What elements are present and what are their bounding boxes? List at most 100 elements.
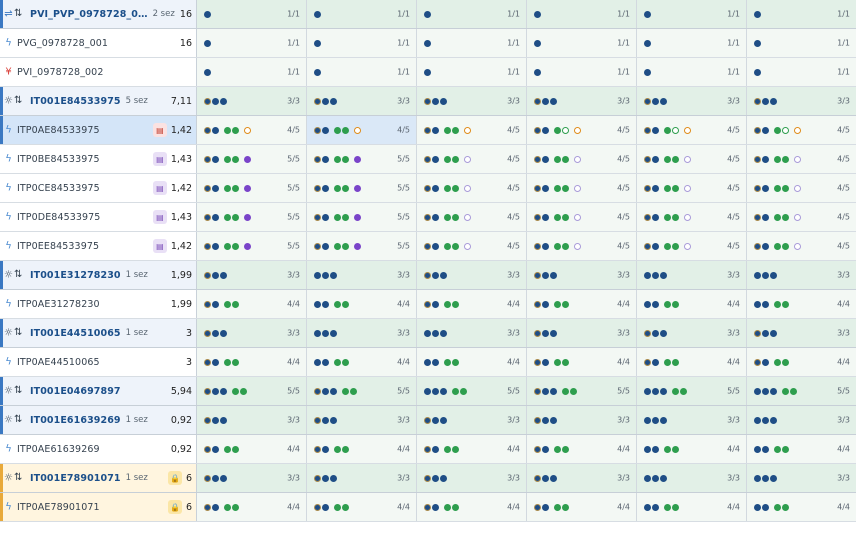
status-cell[interactable]: 1/1	[527, 58, 637, 86]
item-row[interactable]: ϟ ITP0AE84533975 ▤ 1,42 4/5 4/5 4/5 4/5 4/5 4/5	[0, 116, 856, 145]
status-cell[interactable]: 3/3	[637, 464, 747, 492]
status-cell[interactable]: 4/5	[417, 145, 527, 173]
lock-icon[interactable]: 🔒	[167, 471, 182, 485]
status-cell[interactable]: 3/3	[637, 261, 747, 289]
status-cell[interactable]: 4/5	[747, 116, 856, 144]
row-name-cell[interactable]: ϟ ITP0AE84533975 ▤ 1,42	[0, 116, 197, 144]
status-cell[interactable]: 4/4	[197, 290, 307, 318]
row-name-cell[interactable]: ϟ ITP0EE84533975 ▤ 1,42	[0, 232, 197, 260]
status-cell[interactable]: 4/4	[417, 348, 527, 376]
status-cell[interactable]: 3/3	[527, 87, 637, 115]
status-cell[interactable]: 4/5	[637, 203, 747, 231]
status-cell[interactable]: 5/5	[197, 145, 307, 173]
status-cell[interactable]: 3/3	[747, 261, 856, 289]
status-cell[interactable]: 3/3	[307, 261, 417, 289]
row-name-cell[interactable]: ☼ ⇅ IT001E61639269 1 sez 0,92	[0, 406, 197, 434]
status-cell[interactable]: 5/5	[417, 377, 527, 405]
lock-icon[interactable]: 🔒	[167, 500, 182, 514]
status-cell[interactable]: 4/4	[637, 290, 747, 318]
status-cell[interactable]: 1/1	[417, 58, 527, 86]
status-cell[interactable]: 4/5	[197, 116, 307, 144]
row-name-cell[interactable]: ϟ ITP0AE44510065 3	[0, 348, 197, 376]
status-cell[interactable]: 4/5	[527, 232, 637, 260]
status-cell[interactable]: 3/3	[637, 406, 747, 434]
status-cell[interactable]: 5/5	[637, 377, 747, 405]
item-row[interactable]: ϟ ITP0AE44510065 3 4/4 4/4 4/4 4/4 4/4 4/4	[0, 348, 856, 377]
status-cell[interactable]: 5/5	[197, 203, 307, 231]
item-row[interactable]: ϟ ITP0AE61639269 0,92 4/4 4/4 4/4 4/4 4/4 4/4	[0, 435, 856, 464]
status-cell[interactable]: 3/3	[747, 406, 856, 434]
doc-icon[interactable]: ▤	[152, 239, 167, 253]
status-cell[interactable]: 4/5	[527, 145, 637, 173]
status-cell[interactable]: 4/5	[417, 116, 527, 144]
row-name-cell[interactable]: ⇌ ⇅ PVI_PVP_0978728_0… 2 sez 16	[0, 0, 197, 28]
row-name-cell[interactable]: ☼ ⇅ IT001E44510065 1 sez 3	[0, 319, 197, 347]
status-cell[interactable]: 3/3	[307, 406, 417, 434]
row-name-cell[interactable]: ϟ ITP0CE84533975 ▤ 1,42	[0, 174, 197, 202]
row-name-cell[interactable]: ϟ PVG_0978728_001 16	[0, 29, 197, 57]
row-name-cell[interactable]: ϟ ITP0AE61639269 0,92	[0, 435, 197, 463]
status-cell[interactable]: 3/3	[417, 319, 527, 347]
status-cell[interactable]: 3/3	[747, 319, 856, 347]
status-cell[interactable]: 4/4	[747, 348, 856, 376]
row-name-cell[interactable]: ☼ ⇅ IT001E31278230 1 sez 1,99	[0, 261, 197, 289]
status-cell[interactable]: 4/4	[307, 290, 417, 318]
status-cell[interactable]: 1/1	[197, 29, 307, 57]
item-row[interactable]: ϟ PVG_0978728_001 16 1/1 1/1 1/1 1/1 1/1 1/1	[0, 29, 856, 58]
status-cell[interactable]: 5/5	[197, 232, 307, 260]
sort-arrows-icon[interactable]: ⇅	[14, 415, 22, 425]
status-cell[interactable]: 4/4	[747, 290, 856, 318]
status-cell[interactable]: 5/5	[307, 145, 417, 173]
status-cell[interactable]: 4/5	[747, 174, 856, 202]
status-cell[interactable]: 5/5	[307, 232, 417, 260]
status-cell[interactable]: 3/3	[197, 406, 307, 434]
status-cell[interactable]: 1/1	[747, 58, 856, 86]
group-row[interactable]: ☼ ⇅ IT001E31278230 1 sez 1,99 3/3 3/3 3/3 3/3 3/3…	[0, 261, 856, 290]
status-cell[interactable]: 3/3	[197, 261, 307, 289]
status-cell[interactable]: 3/3	[637, 87, 747, 115]
status-cell[interactable]: 4/5	[417, 203, 527, 231]
status-cell[interactable]: 1/1	[307, 29, 417, 57]
status-cell[interactable]: 1/1	[637, 58, 747, 86]
item-row[interactable]: ϟ ITP0CE84533975 ▤ 1,42 5/5 5/5 4/5 4/5 4/5 4/5	[0, 174, 856, 203]
status-cell[interactable]: 4/4	[747, 493, 856, 521]
group-row[interactable]: ☼ ⇅ IT001E84533975 5 sez 7,11 3/3 3/3 3/3 3/3 3/3…	[0, 87, 856, 116]
status-cell[interactable]: 1/1	[637, 0, 747, 28]
item-row[interactable]: ¥ PVI_0978728_002 1/1 1/1 1/1 1/1 1/1 1/1	[0, 58, 856, 87]
status-cell[interactable]: 4/4	[417, 290, 527, 318]
status-cell[interactable]: 1/1	[307, 58, 417, 86]
row-name-cell[interactable]: ☼ ⇅ IT001E84533975 5 sez 7,11	[0, 87, 197, 115]
status-cell[interactable]: 4/5	[527, 203, 637, 231]
group-row[interactable]: ⇌ ⇅ PVI_PVP_0978728_0… 2 sez 16 1/1 1/1 1/1 1/1 1…	[0, 0, 856, 29]
status-cell[interactable]: 3/3	[417, 406, 527, 434]
sort-arrows-icon[interactable]: ⇅	[14, 9, 22, 19]
doc-icon[interactable]: ▤	[152, 181, 167, 195]
status-cell[interactable]: 3/3	[417, 261, 527, 289]
status-cell[interactable]: 3/3	[527, 319, 637, 347]
item-row[interactable]: ϟ ITP0BE84533975 ▤ 1,43 5/5 5/5 4/5 4/5 4/5 4/5	[0, 145, 856, 174]
status-cell[interactable]: 5/5	[307, 174, 417, 202]
status-cell[interactable]: 4/5	[637, 174, 747, 202]
status-cell[interactable]: 4/5	[417, 174, 527, 202]
status-cell[interactable]: 4/4	[637, 348, 747, 376]
status-cell[interactable]: 4/4	[527, 493, 637, 521]
status-cell[interactable]: 3/3	[527, 464, 637, 492]
row-name-cell[interactable]: ☼ ⇅ IT001E04697897 5,94	[0, 377, 197, 405]
status-cell[interactable]: 4/4	[527, 290, 637, 318]
status-cell[interactable]: 4/5	[417, 232, 527, 260]
sort-arrows-icon[interactable]: ⇅	[14, 473, 22, 483]
status-cell[interactable]: 1/1	[527, 0, 637, 28]
status-cell[interactable]: 3/3	[747, 87, 856, 115]
status-cell[interactable]: 1/1	[527, 29, 637, 57]
status-cell[interactable]: 3/3	[307, 464, 417, 492]
status-cell[interactable]: 5/5	[197, 377, 307, 405]
status-cell[interactable]: 4/5	[747, 145, 856, 173]
status-cell[interactable]: 1/1	[417, 29, 527, 57]
status-cell[interactable]: 4/4	[197, 493, 307, 521]
status-cell[interactable]: 1/1	[417, 0, 527, 28]
status-cell[interactable]: 1/1	[197, 58, 307, 86]
status-cell[interactable]: 3/3	[197, 87, 307, 115]
group-row[interactable]: ☼ ⇅ IT001E61639269 1 sez 0,92 3/3 3/3 3/3 3/3 3/3…	[0, 406, 856, 435]
status-cell[interactable]: 4/5	[637, 116, 747, 144]
item-row[interactable]: ϟ ITP0AE78901071 🔒 6 4/4 4/4 4/4 4/4 4/4 4/4	[0, 493, 856, 522]
